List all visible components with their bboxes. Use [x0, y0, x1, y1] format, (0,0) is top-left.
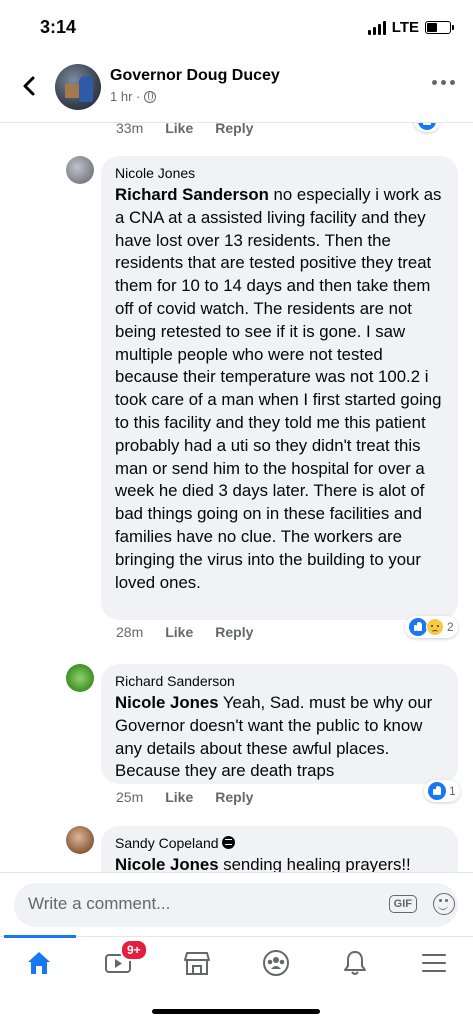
comment-author[interactable]: Nicole Jones [115, 165, 444, 181]
like-link[interactable]: Like [165, 624, 193, 640]
gif-button[interactable]: GIF [388, 895, 417, 913]
video-badge: 9+ [120, 939, 148, 961]
network-label: LTE [391, 19, 419, 36]
back-arrow-icon[interactable] [16, 72, 44, 100]
sad-reaction-icon [426, 618, 444, 636]
more-options-icon[interactable] [432, 80, 455, 85]
avatar[interactable] [66, 664, 94, 692]
comment-actions: 25m Like Reply [116, 789, 253, 805]
comment-bubble: Nicole Jones Richard Sanderson no especi… [101, 156, 458, 620]
tab-groups[interactable] [241, 937, 311, 987]
comment-text: Nicole Jones sending healing prayers!! [115, 855, 411, 872]
comment-bubble: Richard Sanderson Nicole Jones Yeah, Sad… [101, 664, 458, 784]
signal-icon [367, 20, 386, 35]
globe-icon [144, 90, 157, 103]
like-reaction-icon [409, 618, 427, 636]
tab-home[interactable] [4, 937, 74, 987]
bell-icon [344, 951, 366, 975]
avatar[interactable] [66, 826, 94, 854]
badge-icon [222, 836, 236, 849]
tab-menu[interactable] [399, 937, 469, 987]
comment-text: Richard Sanderson no especially i work a… [115, 185, 442, 592]
tab-marketplace[interactable] [162, 937, 232, 987]
reaction-count[interactable]: 1 [424, 780, 460, 802]
post-meta: 1 hr · [110, 89, 157, 104]
status-bar: 3:14 LTE [0, 0, 473, 52]
comment-composer: Write a comment... GIF [0, 872, 473, 937]
tab-notifications[interactable] [320, 937, 390, 987]
emoji-icon[interactable] [433, 893, 455, 915]
comment-time: 33m [116, 122, 144, 136]
comments-feed[interactable]: 33m Like Reply Nicole Jones Richard Sand… [0, 122, 473, 872]
reaction-total: 1 [449, 784, 456, 798]
reaction-count[interactable]: 2 [405, 616, 458, 638]
home-icon [28, 952, 50, 974]
groups-icon [263, 950, 289, 976]
comment-bubble: Sandy Copeland Nicole Jones sending heal… [101, 826, 458, 872]
like-reaction-icon [428, 782, 446, 800]
reaction-total: 2 [447, 620, 454, 634]
mention-link[interactable]: Nicole Jones [115, 855, 219, 872]
like-link[interactable]: Like [165, 789, 193, 805]
comment-author[interactable]: Richard Sanderson [115, 673, 444, 689]
battery-icon [425, 21, 454, 34]
status-icons: LTE [367, 19, 454, 36]
marketplace-icon [184, 952, 210, 975]
reply-link[interactable]: Reply [215, 789, 253, 805]
post-time: 1 hr · [110, 89, 141, 104]
mention-link[interactable]: Nicole Jones [115, 693, 219, 712]
status-time: 3:14 [40, 17, 77, 37]
menu-icon [422, 954, 446, 972]
home-indicator [152, 1009, 320, 1014]
mention-link[interactable]: Richard Sanderson [115, 185, 269, 204]
reply-link[interactable]: Reply [215, 624, 253, 640]
comment-actions: 28m Like Reply [116, 624, 253, 640]
comment-actions: 33m Like Reply [116, 122, 253, 136]
reply-link[interactable]: Reply [215, 122, 253, 136]
page-avatar[interactable] [55, 64, 101, 110]
comment-author: Sandy Copeland [115, 835, 444, 851]
post-header: Governor Doug Ducey 1 hr · [0, 52, 473, 123]
avatar[interactable] [66, 156, 94, 184]
comment-time: 28m [116, 624, 144, 640]
page-name[interactable]: Governor Doug Ducey [110, 67, 280, 85]
reaction-count[interactable] [414, 122, 440, 132]
like-link[interactable]: Like [165, 122, 193, 136]
comment-time: 25m [116, 789, 144, 805]
comment-text: Nicole Jones Yeah, Sad. must be why our … [115, 693, 433, 781]
like-reaction-icon [418, 122, 436, 130]
